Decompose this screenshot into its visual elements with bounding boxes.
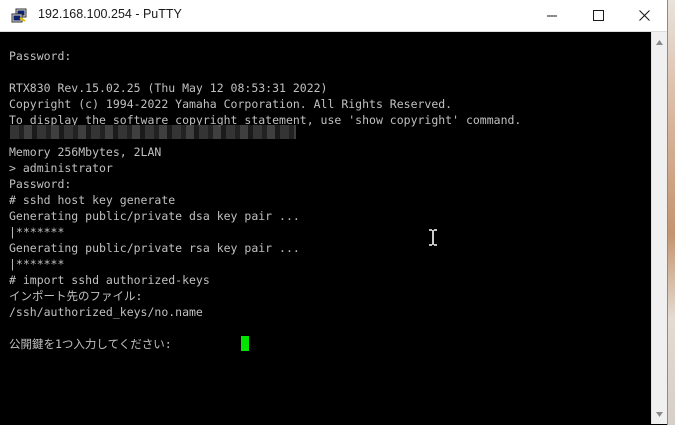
putty-window: 192.168.100.254 - PuTTY Password: RTX830… [0, 0, 668, 425]
ibeam-cursor-icon [429, 229, 437, 246]
vertical-scrollbar[interactable] [651, 32, 667, 424]
minimize-icon [546, 15, 557, 16]
terminal-line: > administrator [9, 161, 113, 175]
terminal-line: |******* [9, 225, 65, 239]
maximize-icon [592, 10, 604, 21]
scroll-track[interactable] [652, 50, 667, 404]
window-title: 192.168.100.254 - PuTTY [38, 7, 182, 21]
maximize-button[interactable] [575, 0, 621, 31]
terminal-line: Memory 256Mbytes, 2LAN [9, 145, 162, 159]
terminal-line: |******* [9, 257, 65, 271]
putty-icon[interactable] [11, 8, 27, 24]
terminal-area[interactable]: Password: RTX830 Rev.15.02.25 (Thu May 1… [0, 32, 651, 424]
close-button[interactable] [621, 0, 667, 31]
terminal-prompt-line: 公開鍵を1つ入力してください: [9, 337, 172, 351]
terminal-line: # import sshd authorized-keys [9, 273, 210, 287]
desktop-background [668, 0, 675, 425]
redacted-text [10, 125, 296, 139]
scroll-up-arrow-icon [656, 39, 663, 45]
text-cursor [241, 336, 249, 351]
terminal-line: Generating public/private dsa key pair .… [9, 209, 300, 223]
terminal-line: Generating public/private rsa key pair .… [9, 241, 300, 255]
scroll-down-button[interactable] [652, 406, 667, 422]
terminal-line: Password: [9, 49, 72, 63]
terminal-line: RTX830 Rev.15.02.25 (Thu May 12 08:53:31… [9, 81, 328, 95]
title-bar[interactable]: 192.168.100.254 - PuTTY [0, 0, 667, 32]
terminal-line: /ssh/authorized_keys/no.name [9, 305, 203, 319]
terminal-line: Password: [9, 177, 72, 191]
close-icon [638, 10, 650, 21]
scroll-down-arrow-icon [656, 411, 663, 417]
terminal-line: # sshd host key generate [9, 193, 176, 207]
minimize-button[interactable] [529, 0, 575, 31]
terminal-line: Copyright (c) 1994-2022 Yamaha Corporati… [9, 97, 453, 111]
scroll-up-button[interactable] [652, 34, 667, 50]
terminal-line: インポート先のファイル: [9, 289, 143, 303]
